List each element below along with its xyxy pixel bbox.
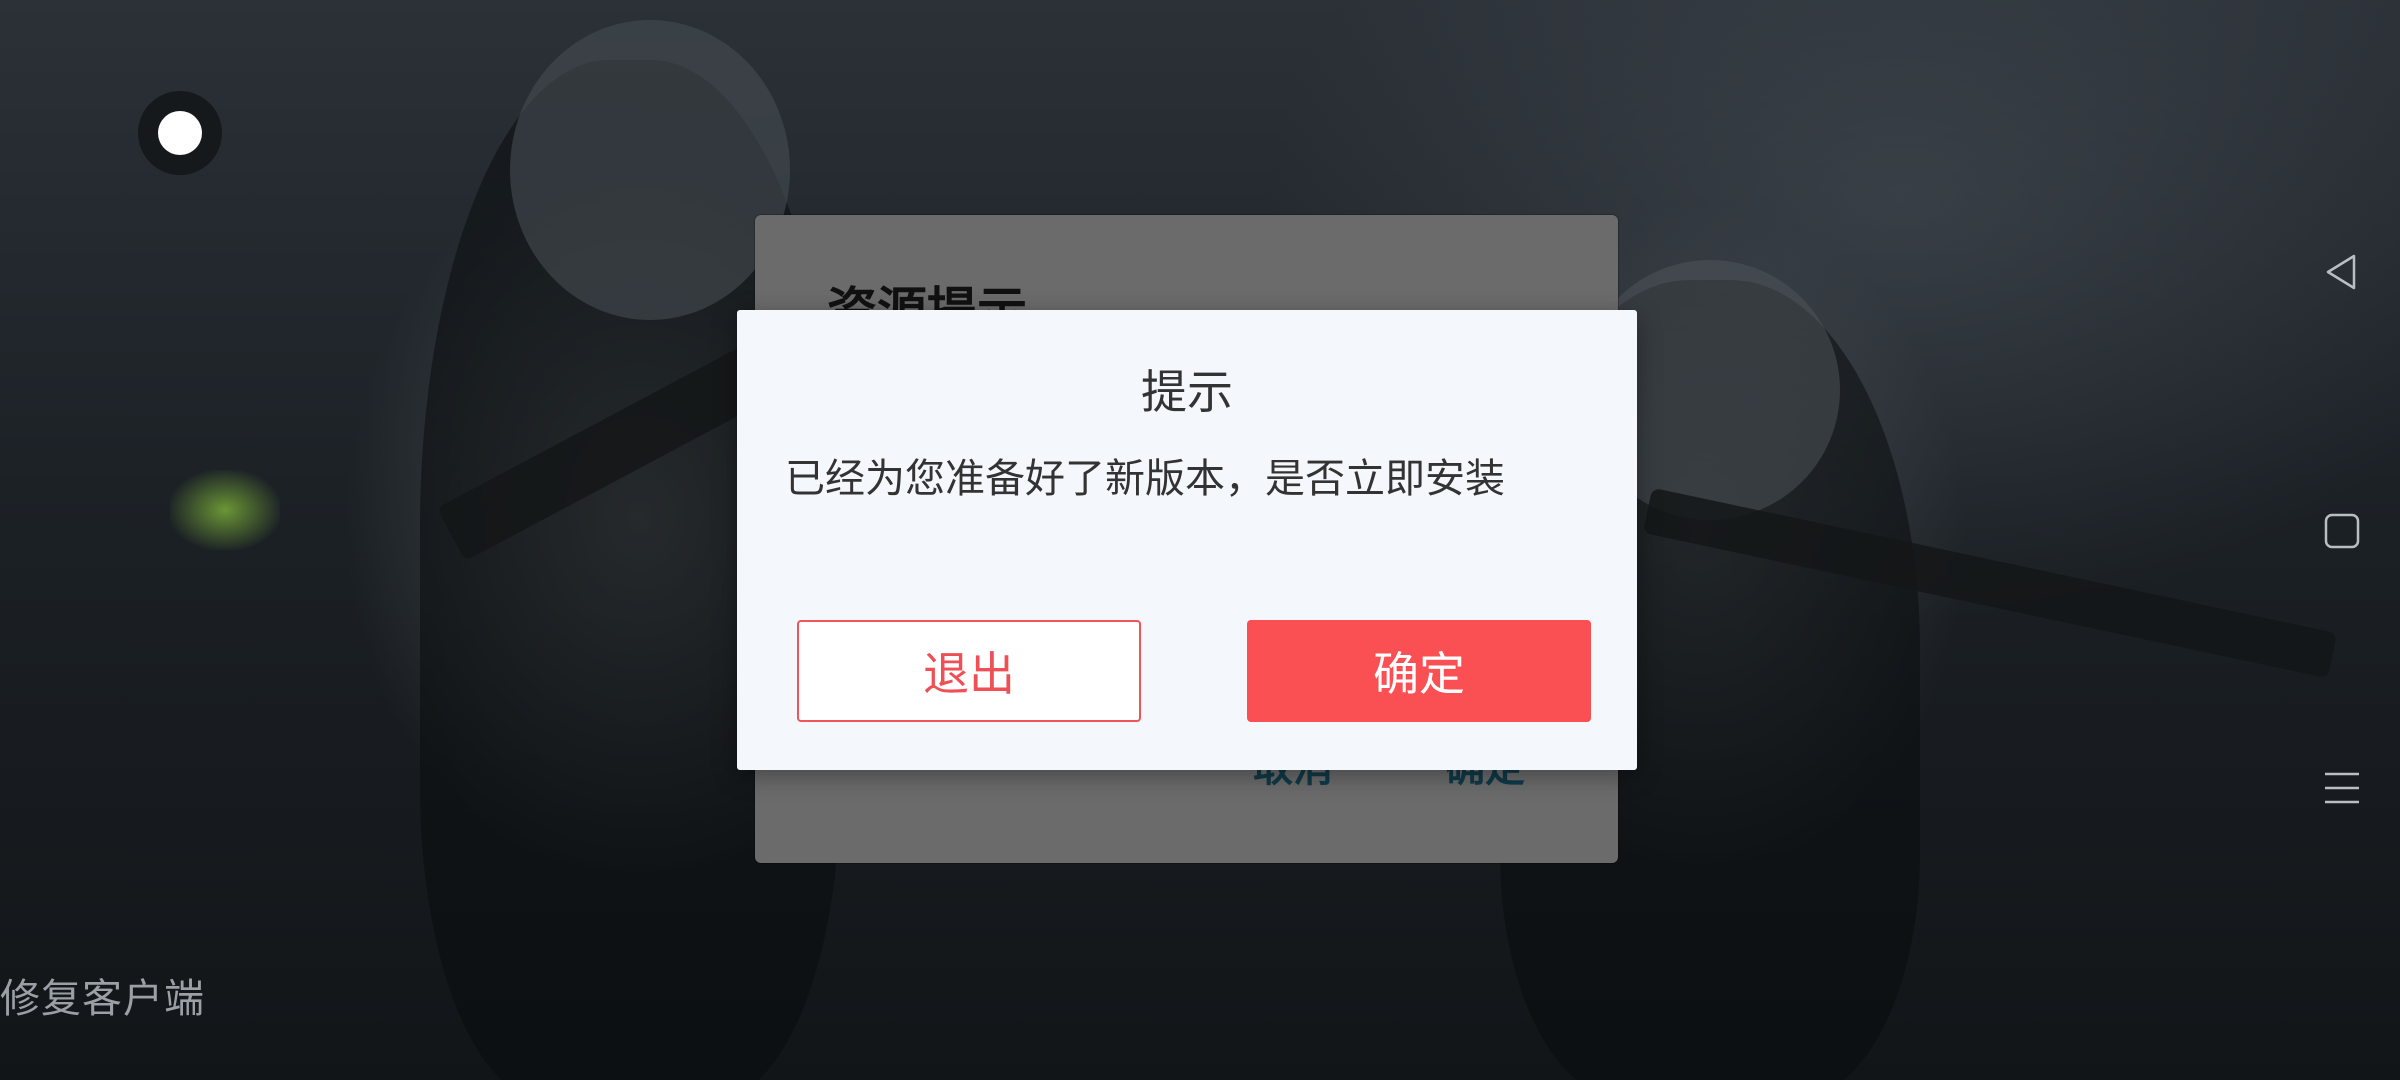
update-dialog: 提示 已经为您准备好了新版本，是否立即安装 退出 确定 xyxy=(737,310,1637,770)
game-screen: 修复客户端 资源提示 取消 确定 提示 已经为您准备好了新版本，是否立即安装 退… xyxy=(0,0,2400,1080)
floating-assistant-button[interactable] xyxy=(138,91,222,175)
dialog-title: 提示 xyxy=(1141,365,1233,419)
back-button[interactable] xyxy=(2318,248,2366,296)
square-home-icon xyxy=(2324,513,2360,549)
green-glow xyxy=(170,470,280,550)
soldier-helmet-left xyxy=(510,20,790,320)
confirm-button[interactable]: 确定 xyxy=(1247,620,1591,722)
dialog-message: 已经为您准备好了新版本，是否立即安装 xyxy=(785,456,1505,502)
repair-client-link[interactable]: 修复客户端 xyxy=(0,966,205,1024)
white-dot-icon xyxy=(158,111,202,155)
menu-button[interactable] xyxy=(2318,764,2366,812)
three-lines-menu-icon xyxy=(2325,772,2359,804)
triangle-back-icon xyxy=(2326,254,2356,290)
home-button[interactable] xyxy=(2318,507,2366,555)
exit-button[interactable]: 退出 xyxy=(797,620,1141,722)
